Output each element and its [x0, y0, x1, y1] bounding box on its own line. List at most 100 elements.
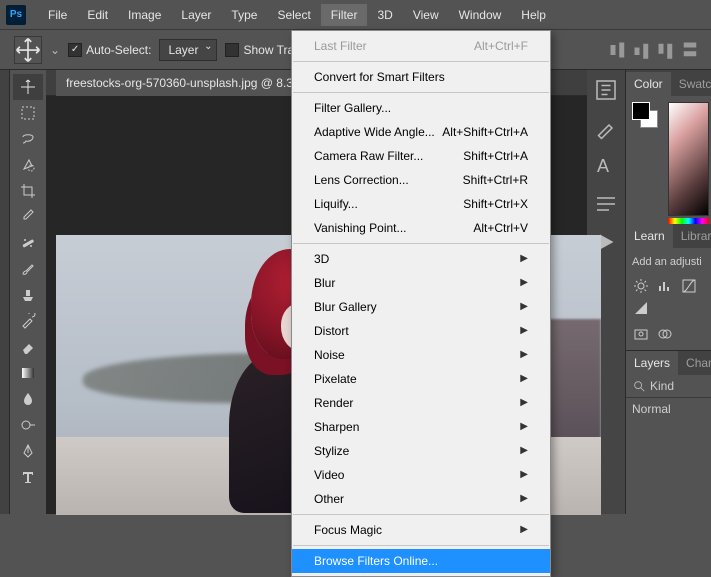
foreground-background-swatch[interactable] — [632, 102, 662, 132]
options-chevron-icon[interactable]: ⌄ — [50, 43, 60, 57]
tab-color[interactable]: Color — [626, 72, 671, 96]
menu-label: Lens Correction... — [314, 172, 409, 188]
menu-image[interactable]: Image — [118, 4, 171, 26]
menu-blur[interactable]: Blur▶ — [292, 271, 550, 295]
menu-window[interactable]: Window — [449, 4, 512, 26]
levels-icon[interactable] — [656, 278, 674, 294]
type-tool[interactable] — [13, 464, 43, 490]
healing-brush-tool[interactable] — [13, 230, 43, 256]
auto-select-label: Auto-Select: — [86, 43, 151, 57]
menu-adaptive-wide-angle[interactable]: Adaptive Wide Angle...Alt+Shift+Ctrl+A — [292, 120, 550, 144]
menu-other[interactable]: Other▶ — [292, 487, 550, 511]
eraser-tool[interactable] — [13, 334, 43, 360]
color-field[interactable] — [668, 102, 709, 216]
menu-browse-filters-online[interactable]: Browse Filters Online... — [292, 549, 550, 573]
submenu-arrow-icon: ▶ — [520, 347, 528, 363]
right-panels: Color Swatc Learn Librar Add an adjusti — [625, 70, 711, 514]
menu-focus-magic[interactable]: Focus Magic ▶ — [292, 518, 550, 542]
menu-pixelate[interactable]: Pixelate▶ — [292, 367, 550, 391]
curves-icon[interactable] — [680, 278, 698, 294]
eyedropper-tool[interactable] — [13, 204, 43, 230]
menu-convert-smart-filters[interactable]: Convert for Smart Filters — [292, 65, 550, 89]
menu-label: Distort — [314, 323, 349, 339]
menu-filter-gallery[interactable]: Filter Gallery... — [292, 96, 550, 120]
menu-edit[interactable]: Edit — [77, 4, 118, 26]
menu-layer[interactable]: Layer — [171, 4, 221, 26]
tab-layers[interactable]: Layers — [626, 351, 678, 375]
auto-select-checkbox[interactable]: Auto-Select: — [68, 43, 151, 57]
history-panel-icon[interactable] — [594, 80, 618, 100]
exposure-icon[interactable] — [632, 300, 650, 316]
align-icon[interactable] — [655, 39, 677, 61]
history-brush-tool[interactable] — [13, 308, 43, 334]
menu-help[interactable]: Help — [511, 4, 556, 26]
align-icon[interactable] — [679, 39, 701, 61]
tab-swatches[interactable]: Swatc — [671, 72, 711, 96]
clone-stamp-tool[interactable] — [13, 282, 43, 308]
submenu-arrow-icon: ▶ — [520, 251, 528, 267]
crop-tool[interactable] — [13, 178, 43, 204]
menu-file[interactable]: File — [38, 4, 77, 26]
menu-label: Render — [314, 395, 353, 411]
marquee-tool[interactable] — [13, 100, 43, 126]
menu-type[interactable]: Type — [221, 4, 267, 26]
kind-label: Kind — [650, 379, 674, 393]
menu-camera-raw-filter[interactable]: Camera Raw Filter...Shift+Ctrl+A — [292, 144, 550, 168]
color-panel-tabs: Color Swatc — [626, 70, 711, 96]
menu-label: Video — [314, 467, 344, 483]
menu-liquify[interactable]: Liquify...Shift+Ctrl+X — [292, 192, 550, 216]
character-panel-icon[interactable]: A — [594, 156, 618, 176]
menu-sharpen[interactable]: Sharpen▶ — [292, 415, 550, 439]
move-tool-indicator-icon — [14, 36, 42, 64]
menu-lens-correction[interactable]: Lens Correction...Shift+Ctrl+R — [292, 168, 550, 192]
menu-blur-gallery[interactable]: Blur Gallery▶ — [292, 295, 550, 319]
panel-collapse-strip[interactable] — [0, 70, 10, 514]
blur-tool[interactable] — [13, 386, 43, 412]
menu-noise[interactable]: Noise▶ — [292, 343, 550, 367]
brush-panel-icon[interactable] — [594, 118, 618, 138]
menu-select[interactable]: Select — [267, 4, 320, 26]
menu-3d[interactable]: 3D▶ — [292, 247, 550, 271]
brightness-icon[interactable] — [632, 278, 650, 294]
menu-stylize[interactable]: Stylize▶ — [292, 439, 550, 463]
menu-video[interactable]: Video▶ — [292, 463, 550, 487]
dodge-tool[interactable] — [13, 412, 43, 438]
tab-channels[interactable]: Chan — [678, 351, 711, 375]
tab-libraries[interactable]: Librar — [673, 224, 711, 248]
show-transform-checkbox[interactable]: Show Tran — [225, 43, 300, 57]
align-icon[interactable] — [631, 39, 653, 61]
search-icon[interactable] — [632, 379, 646, 393]
menu-separator — [293, 545, 549, 546]
menu-render[interactable]: Render▶ — [292, 391, 550, 415]
menu-distort[interactable]: Distort▶ — [292, 319, 550, 343]
menu-label: Focus Magic — [314, 522, 382, 538]
menu-last-filter[interactable]: Last Filter Alt+Ctrl+F — [292, 34, 550, 58]
channel-mixer-icon[interactable] — [656, 326, 674, 342]
brush-tool[interactable] — [13, 256, 43, 282]
move-tool[interactable] — [13, 74, 43, 100]
photo-filter-icon[interactable] — [632, 326, 650, 342]
document-title: freestocks-org-570360-unsplash.jpg @ 8.3… — [66, 76, 310, 90]
quick-select-tool[interactable] — [13, 152, 43, 178]
align-icon[interactable] — [607, 39, 629, 61]
menu-label: Vanishing Point... — [314, 220, 407, 236]
adjustments-header: Add an adjusti — [626, 248, 711, 276]
menu-label: Blur — [314, 275, 335, 291]
tab-learn[interactable]: Learn — [626, 224, 673, 248]
menu-filter[interactable]: Filter — [321, 4, 368, 26]
menu-shortcut: Alt+Ctrl+F — [474, 38, 528, 54]
blend-mode-dropdown[interactable]: Normal — [626, 398, 711, 420]
menu-label: Filter Gallery... — [314, 100, 391, 116]
pen-tool[interactable] — [13, 438, 43, 464]
paragraph-panel-icon[interactable] — [594, 194, 618, 214]
target-dropdown[interactable]: Layer — [159, 39, 217, 61]
menu-label: Last Filter — [314, 38, 367, 54]
hue-slider[interactable] — [668, 218, 709, 224]
app-logo: Ps — [6, 5, 26, 25]
lasso-tool[interactable] — [13, 126, 43, 152]
gradient-tool[interactable] — [13, 360, 43, 386]
submenu-arrow-icon: ▶ — [520, 443, 528, 459]
menu-view[interactable]: View — [403, 4, 449, 26]
menu-3d[interactable]: 3D — [367, 4, 402, 26]
menu-vanishing-point[interactable]: Vanishing Point...Alt+Ctrl+V — [292, 216, 550, 240]
